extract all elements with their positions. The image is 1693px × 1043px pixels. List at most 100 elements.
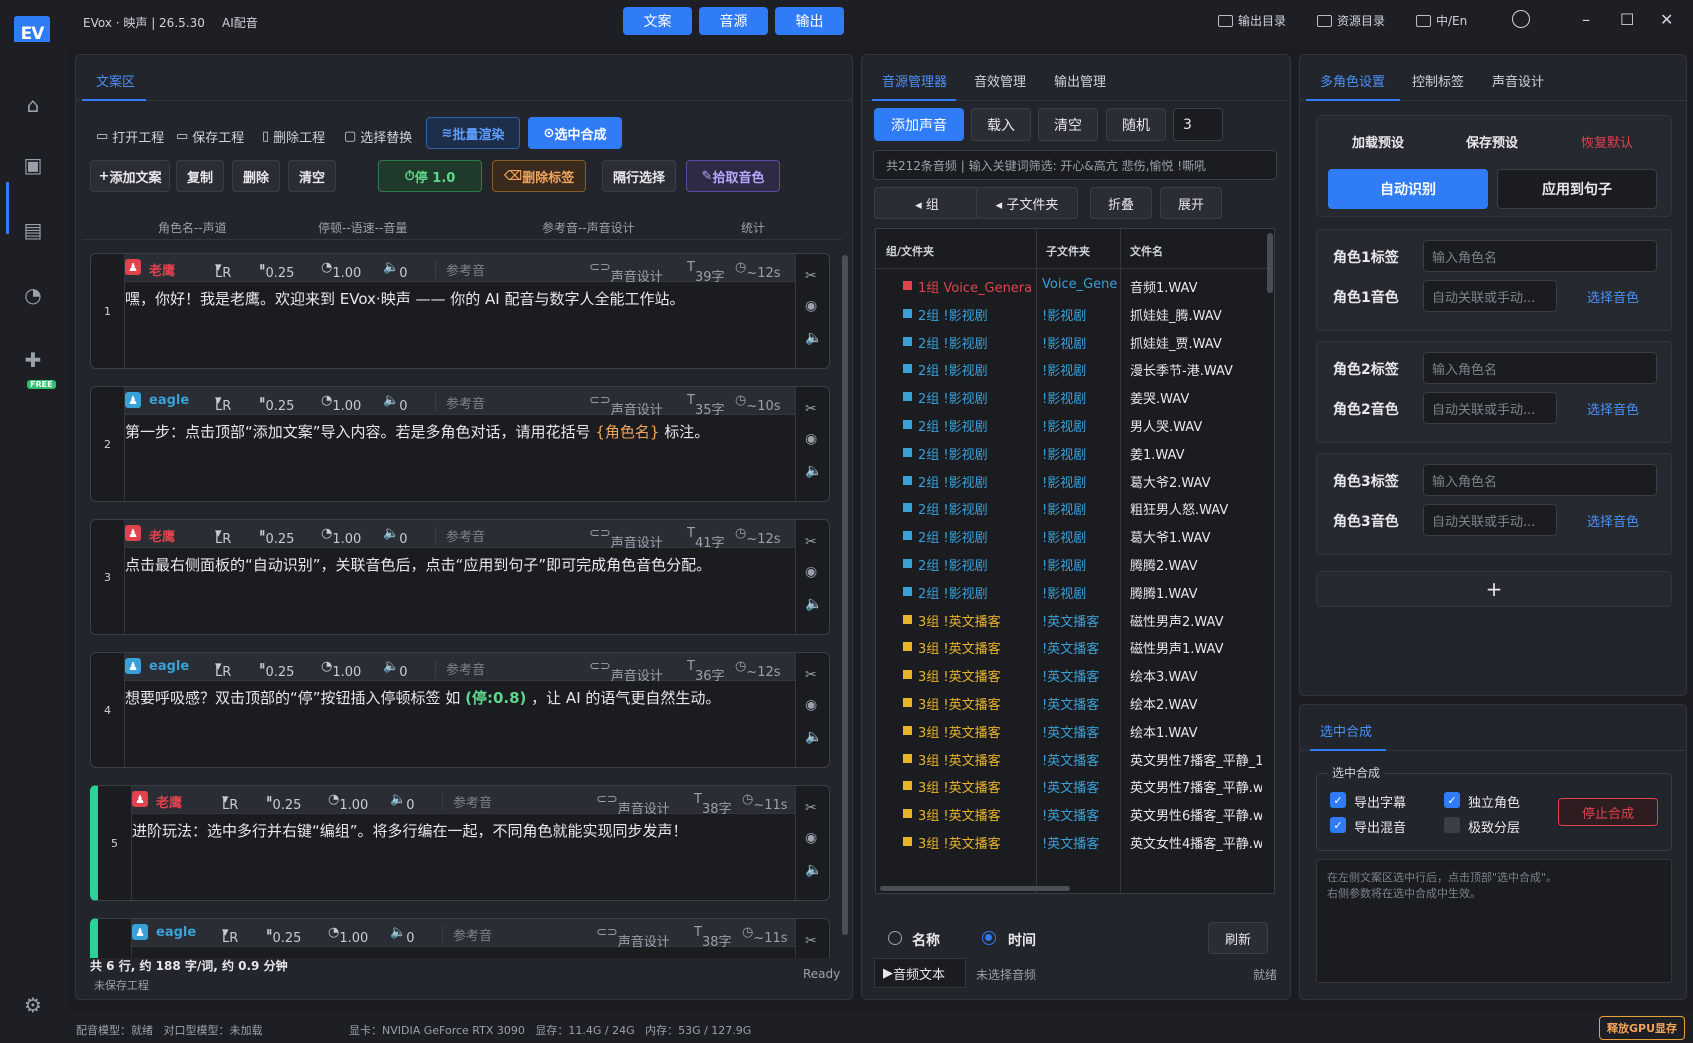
audio-row[interactable]: 3组 !英文播客 !英文播客 绘本3.WAV bbox=[876, 660, 1266, 690]
card-role[interactable]: 老鹰 bbox=[156, 792, 182, 811]
reference-audio[interactable]: 参考音 bbox=[442, 925, 492, 944]
tab-effect-manager[interactable]: 音效管理 bbox=[974, 71, 1026, 90]
independent-role-checkbox[interactable]: ✓ bbox=[1444, 792, 1460, 808]
tab-copy-area[interactable]: 文案区 bbox=[96, 71, 135, 90]
audio-row[interactable]: 2组 !影视剧 !影视剧 腾腾1.WAV bbox=[876, 577, 1266, 607]
tab-control-tags[interactable]: 控制标签 bbox=[1412, 71, 1464, 90]
tab-voice-design[interactable]: 声音设计 bbox=[1492, 71, 1544, 90]
card-text-area[interactable]: 想要呼吸感？双击顶部的“停”按钮插入停顿标签 如 (停:0.8) ，让 AI 的… bbox=[125, 687, 795, 709]
clear-voices-button[interactable]: 清空 bbox=[1038, 108, 1098, 141]
volume-value[interactable]: 🔈 0 bbox=[383, 659, 407, 680]
remove-tags-button[interactable]: ⌫ 删除标签 bbox=[492, 160, 586, 192]
reference-audio[interactable]: 参考音 bbox=[435, 526, 485, 545]
speaker-icon[interactable]: 🔈 bbox=[805, 862, 822, 878]
group-back-button[interactable]: ◂ 组 bbox=[874, 187, 980, 219]
add-copy-button[interactable]: + 添加文案 bbox=[90, 160, 170, 192]
close-icon[interactable]: ✕ bbox=[1660, 10, 1673, 29]
random-count-input[interactable]: 3 bbox=[1173, 108, 1223, 141]
save-project-button[interactable]: ▭ 保存工程 bbox=[176, 127, 244, 146]
voice-chat-icon[interactable]: ◔ bbox=[20, 282, 46, 308]
role-tag-input[interactable]: 输入角色名 bbox=[1423, 352, 1657, 384]
audio-row[interactable]: 2组 !影视剧 !影视剧 漫长季节-港.WAV bbox=[876, 354, 1266, 384]
home-icon[interactable]: ⌂ bbox=[20, 92, 46, 118]
scissors-icon[interactable]: ✂ bbox=[805, 401, 817, 417]
speaker-icon[interactable]: 🔈 bbox=[805, 596, 822, 612]
speed-value[interactable]: ◔ 1.00 bbox=[321, 260, 361, 281]
speaker-icon[interactable]: 🔈 bbox=[805, 729, 822, 745]
card-role[interactable]: eagle bbox=[149, 659, 189, 674]
reference-audio[interactable]: 参考音 bbox=[435, 260, 485, 279]
pause-value[interactable]: ⏸ 0.25 bbox=[259, 260, 294, 281]
voice-design-toggle[interactable]: ⊂⊃ 声音设计 bbox=[589, 260, 663, 285]
audio-row[interactable]: 3组 !英文播客 !英文播客 磁性男声1.WAV bbox=[876, 632, 1266, 662]
reset-default-button[interactable]: 恢复默认 bbox=[1581, 132, 1633, 151]
apply-sentence-button[interactable]: 应用到句子 bbox=[1497, 169, 1657, 209]
speed-value[interactable]: ◔ 1.00 bbox=[321, 526, 361, 547]
subfolder-back-button[interactable]: ◂ 子文件夹 bbox=[976, 187, 1078, 219]
card-scrollbar[interactable] bbox=[842, 255, 848, 935]
copy-button[interactable]: 复制 bbox=[176, 160, 224, 192]
select-voice-link[interactable]: 选择音色 bbox=[1587, 511, 1639, 530]
reference-audio[interactable]: 参考音 bbox=[435, 393, 485, 412]
settings-icon[interactable]: ⚙ bbox=[20, 992, 46, 1018]
volume-value[interactable]: 🔈 0 bbox=[383, 526, 407, 547]
speed-value[interactable]: ◔ 1.00 bbox=[321, 393, 361, 414]
channel-select[interactable]: LR ▾ bbox=[222, 925, 238, 946]
eye-icon[interactable]: ◉ bbox=[805, 431, 817, 447]
audio-row[interactable]: 3组 !英文播客 !英文播客 磁性男声2.WAV bbox=[876, 605, 1266, 635]
batch-render-button[interactable]: ≋ 批量渲染 bbox=[426, 117, 520, 149]
open-project-button[interactable]: ▭ 打开工程 bbox=[96, 127, 164, 146]
audio-row[interactable]: 3组 !英文播客 !英文播客 英文男性7播客_平静.w bbox=[876, 771, 1266, 801]
dubbing-icon[interactable]: ▣ bbox=[20, 152, 46, 178]
select-voice-link[interactable]: 选择音色 bbox=[1587, 287, 1639, 306]
audio-row[interactable]: 2组 !影视剧 !影视剧 腾腾2.WAV bbox=[876, 549, 1266, 579]
copy-card[interactable]: 3 ♟ 老鹰 LR ▾ ⏸ 0.25 ◔ 1.00 🔈 0 参考音 ⊂⊃ 声音设… bbox=[90, 519, 830, 635]
voice-design-toggle[interactable]: ⊂⊃ 声音设计 bbox=[596, 792, 670, 817]
audio-row[interactable]: 2组 !影视剧 !影视剧 葛大爷1.WAV bbox=[876, 521, 1266, 551]
card-role[interactable]: eagle bbox=[156, 925, 196, 940]
pause-value[interactable]: ⏸ 0.25 bbox=[259, 393, 294, 414]
channel-select[interactable]: LR ▾ bbox=[215, 659, 231, 680]
user-icon[interactable] bbox=[1512, 10, 1530, 28]
channel-select[interactable]: LR ▾ bbox=[215, 526, 231, 547]
scissors-icon[interactable]: ✂ bbox=[805, 667, 817, 683]
select-replace-button[interactable]: ▢ 选择替换 bbox=[344, 127, 412, 146]
select-voice-link[interactable]: 选择音色 bbox=[1587, 399, 1639, 418]
pick-voice-button[interactable]: ✎ 拾取音色 bbox=[686, 160, 780, 192]
reference-audio[interactable]: 参考音 bbox=[435, 659, 485, 678]
copy-card[interactable]: 2 ♟ eagle LR ▾ ⏸ 0.25 ◔ 1.00 🔈 0 参考音 ⊂⊃ … bbox=[90, 386, 830, 502]
card-role[interactable]: 老鹰 bbox=[149, 526, 175, 545]
volume-value[interactable]: 🔈 0 bbox=[383, 393, 407, 414]
pause-value[interactable]: ⏸ 0.25 bbox=[259, 659, 294, 680]
scissors-icon[interactable]: ✂ bbox=[805, 933, 817, 949]
tab-select-synth[interactable]: 选中合成 bbox=[1320, 721, 1372, 740]
audio-text-tab[interactable]: ▶ 音频文本 bbox=[874, 958, 966, 988]
resource-dir-link[interactable]: 资源目录 bbox=[1317, 12, 1385, 29]
pause-button[interactable]: ⏱ 停 1.0 bbox=[378, 160, 482, 192]
export-mix-checkbox[interactable]: ✓ bbox=[1330, 817, 1346, 833]
audio-row[interactable]: 3组 !英文播客 !英文播客 绘本2.WAV bbox=[876, 688, 1266, 718]
release-gpu-button[interactable]: 释放GPU显存 bbox=[1599, 1016, 1685, 1040]
audio-row[interactable]: 2组 !影视剧 !影视剧 葛大爷2.WAV bbox=[876, 466, 1266, 496]
card-text-area[interactable]: 进阶玩法：选中多行并右键“编组”。将多行编在一起，不同角色就能实现同步发声！ bbox=[132, 820, 795, 842]
pause-value[interactable]: ⏸ 0.25 bbox=[266, 792, 301, 813]
output-dir-link[interactable]: 输出目录 bbox=[1218, 12, 1286, 29]
expand-button[interactable]: 展开 bbox=[1160, 187, 1222, 219]
channel-select[interactable]: LR ▾ bbox=[215, 393, 231, 414]
tab-copy[interactable]: 文案 bbox=[623, 7, 692, 35]
collapse-button[interactable]: 折叠 bbox=[1090, 187, 1152, 219]
audio-row[interactable]: 3组 !英文播客 !英文播客 绘本1.WAV bbox=[876, 716, 1266, 746]
role-tag-input[interactable]: 输入角色名 bbox=[1423, 464, 1657, 496]
sort-name-radio[interactable] bbox=[888, 931, 902, 945]
add-voice-button[interactable]: 添加声音 bbox=[874, 108, 964, 141]
audio-scrollbar[interactable] bbox=[1267, 233, 1273, 293]
audio-hscrollbar[interactable] bbox=[880, 886, 1070, 891]
tab-output-manager[interactable]: 输出管理 bbox=[1054, 71, 1106, 90]
pause-value[interactable]: ⏸ 0.25 bbox=[259, 526, 294, 547]
channel-select[interactable]: LR ▾ bbox=[222, 792, 238, 813]
audio-row[interactable]: 2组 !影视剧 !影视剧 男人哭.WAV bbox=[876, 410, 1266, 440]
speed-value[interactable]: ◔ 1.00 bbox=[328, 925, 368, 946]
channel-select[interactable]: LR ▾ bbox=[215, 260, 231, 281]
scissors-icon[interactable]: ✂ bbox=[805, 268, 817, 284]
save-preset-button[interactable]: 保存预设 bbox=[1466, 132, 1518, 151]
